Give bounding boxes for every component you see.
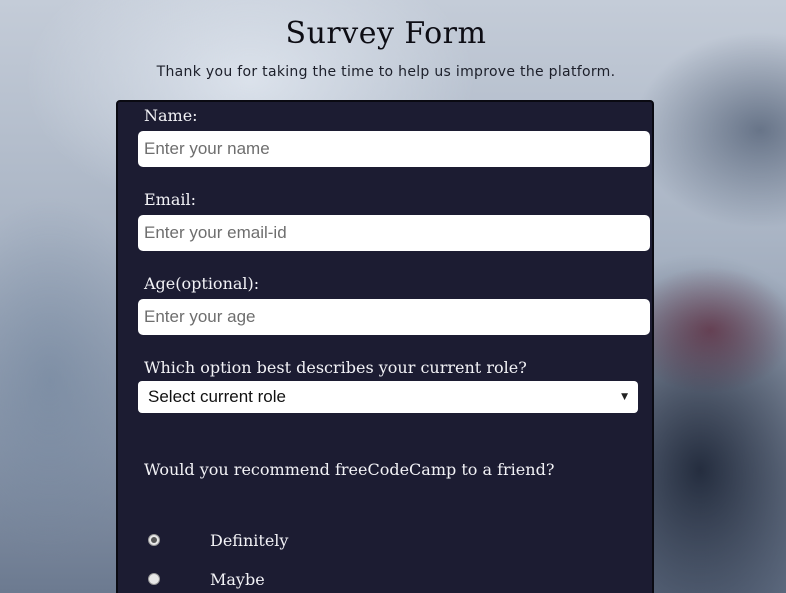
radio-label-maybe: Maybe (210, 569, 265, 589)
role-select[interactable]: Select current role ▼ (138, 381, 638, 413)
name-label: Name: (144, 106, 198, 125)
radio-maybe[interactable] (148, 573, 160, 585)
email-input[interactable] (138, 215, 650, 251)
age-label: Age(optional): (144, 274, 260, 293)
role-label: Which option best describes your current… (144, 358, 527, 377)
page-title: Survey Form (285, 16, 487, 51)
recommend-option-definitely[interactable]: Definitely (148, 529, 348, 551)
page-description: Thank you for taking the time to help us… (156, 64, 616, 80)
recommend-question: Would you recommend freeCodeCamp to a fr… (144, 460, 555, 479)
role-select-value: Select current role (148, 387, 286, 406)
recommend-option-maybe[interactable]: Maybe (148, 568, 348, 590)
radio-label-definitely: Definitely (210, 530, 289, 550)
age-input[interactable] (138, 299, 650, 335)
chevron-down-icon: ▼ (621, 392, 628, 402)
survey-form: Name: Email: Age(optional): Which option… (116, 100, 654, 593)
name-input[interactable] (138, 131, 650, 167)
email-label: Email: (144, 190, 197, 209)
radio-definitely[interactable] (148, 534, 160, 546)
